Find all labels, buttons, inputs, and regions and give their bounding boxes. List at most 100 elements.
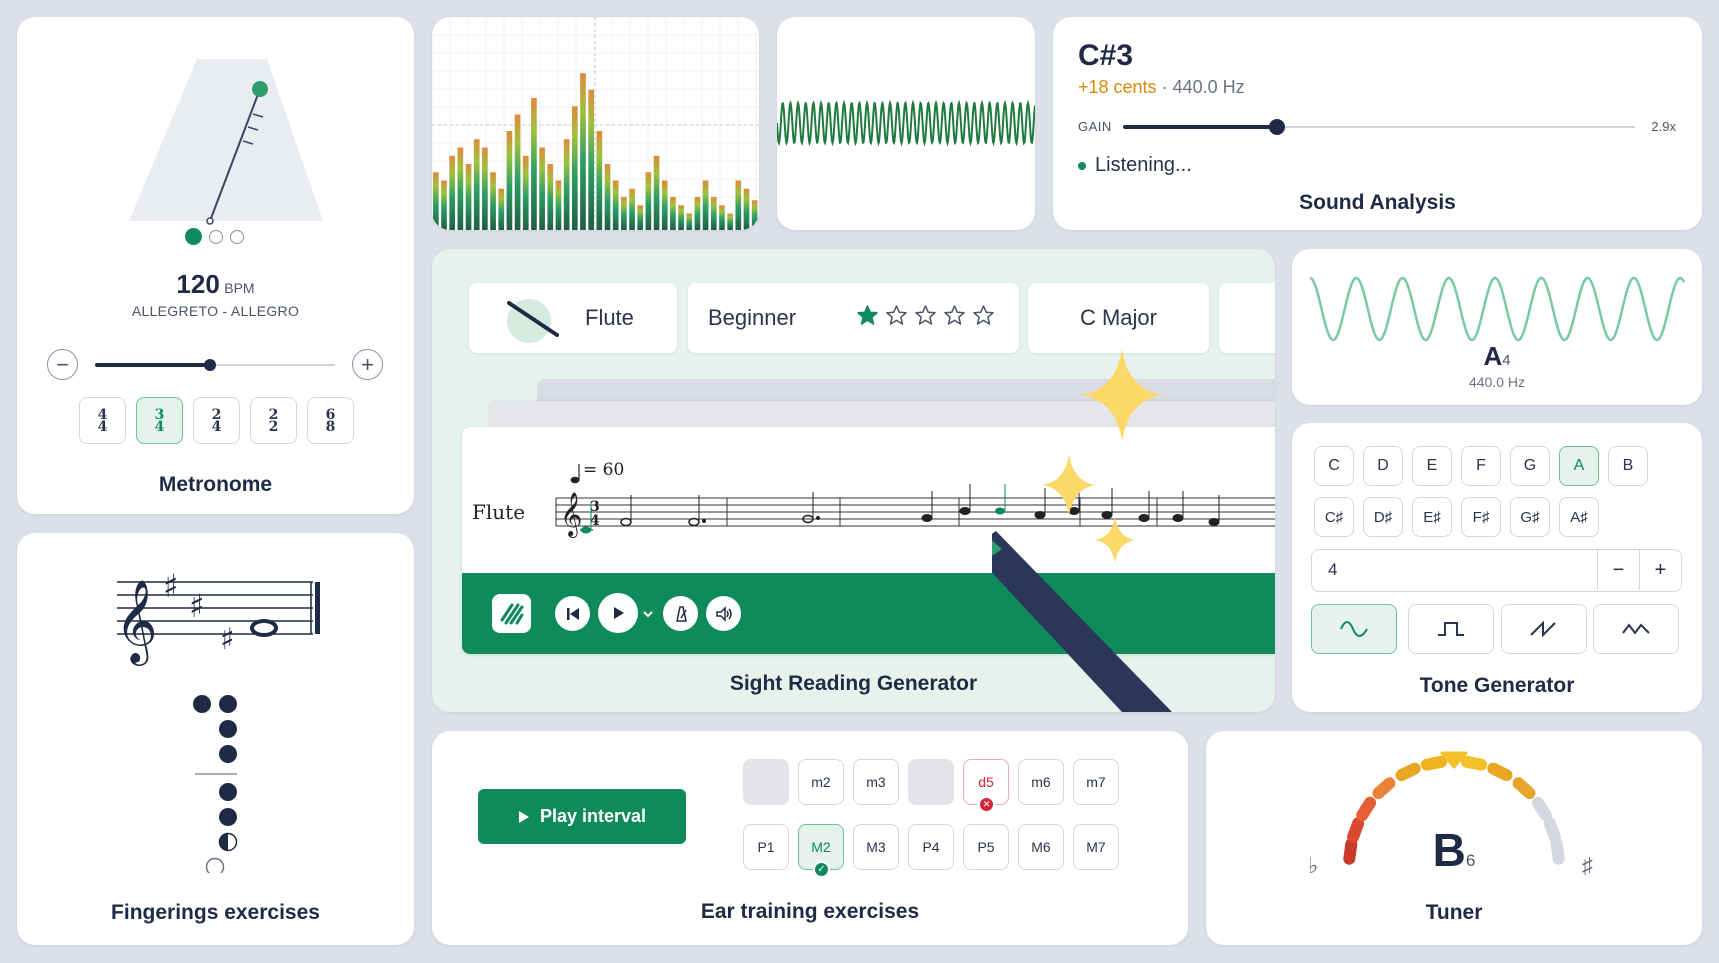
interval-P1-button[interactable]: P1: [743, 824, 789, 870]
spectrum-bar: [604, 164, 611, 230]
note-F-sharp-button[interactable]: F♯: [1461, 497, 1501, 537]
spectrum-bar: [686, 213, 693, 230]
interval-d5-button[interactable]: d5 ✕: [963, 759, 1009, 813]
spectrum-bar: [514, 114, 521, 230]
interval-P5-button[interactable]: P5: [963, 824, 1009, 870]
interval-M6-button[interactable]: M6: [1018, 824, 1064, 870]
spectrum-bar: [571, 106, 578, 230]
ear-training-title: Ear training exercises: [700, 900, 920, 923]
note-F-button[interactable]: F: [1461, 446, 1501, 486]
time-signature-4-4-button[interactable]: 44: [79, 397, 126, 444]
metronome-title: Metronome: [158, 473, 273, 496]
metronome-pendulum-icon: [129, 59, 323, 225]
interval-placeholder: [908, 759, 954, 805]
interval-m7-button[interactable]: m7: [1073, 759, 1119, 805]
spectrum-bar: [490, 172, 496, 230]
time-signature-2-4-button[interactable]: 24: [193, 397, 240, 444]
interval-m6-button[interactable]: m6: [1018, 759, 1064, 805]
play-interval-label: Play interval: [539, 806, 647, 826]
tempo-slider-handle[interactable]: [204, 359, 217, 371]
play-interval-button[interactable]: Play interval: [478, 789, 686, 844]
play-button[interactable]: [598, 593, 638, 633]
tempo-decrease-button[interactable]: −: [47, 349, 78, 380]
level-selector[interactable]: Beginner: [688, 283, 1019, 353]
tempo-increase-button[interactable]: +: [352, 349, 383, 380]
octave-increase-button[interactable]: +: [1639, 550, 1681, 590]
tone-generator-card: CDEFGAB C♯ D♯ E♯ F♯ G♯ A♯ 4 − + Tone Generato…: [1292, 423, 1702, 712]
spectrum-bar: [506, 131, 513, 230]
detected-note: C#3: [1078, 39, 1134, 72]
time-signature-3-4-button[interactable]: 34: [136, 397, 183, 444]
note-E-button[interactable]: E: [1412, 446, 1452, 486]
note-C-button[interactable]: C: [1314, 446, 1354, 486]
tempo-slider[interactable]: [95, 359, 335, 371]
instrument-selector[interactable]: Flute: [469, 283, 677, 353]
octave-input[interactable]: 4: [1328, 560, 1337, 580]
spectrum-bar: [629, 188, 635, 230]
spectrum-bar: [645, 172, 652, 230]
time-signature-bottom: 8: [325, 418, 336, 435]
gain-slider-handle[interactable]: [1268, 119, 1285, 135]
interval-m3-button[interactable]: m3: [853, 759, 899, 805]
tuner-note-readout: B6: [1206, 823, 1702, 877]
staff-instrument-label: Flute: [472, 500, 526, 524]
metronome-toggle-button[interactable]: [663, 596, 698, 631]
spectrum-bar: [449, 155, 456, 230]
key-signature-staff: 𝄞 ♯ ♯ ♯: [115, 567, 320, 666]
star-empty-icon[interactable]: [943, 304, 966, 327]
spectrum-bar: [482, 147, 488, 230]
generate-button[interactable]: [492, 594, 531, 633]
note-C-sharp-button[interactable]: C♯: [1314, 497, 1354, 537]
interval-P4-button[interactable]: P4: [908, 824, 954, 870]
time-signature-2-2-button[interactable]: 22: [250, 397, 297, 444]
tuner-tick: [1512, 777, 1536, 800]
gain-label: GAIN: [1078, 119, 1112, 134]
note-G-sharp-button[interactable]: G♯: [1510, 497, 1550, 537]
gain-slider[interactable]: [1123, 119, 1635, 135]
note-D-button[interactable]: D: [1363, 446, 1403, 486]
interval-m2-button[interactable]: m2: [798, 759, 844, 805]
ear-training-card: Play interval m2 m3 d5 ✕ m6 m7 P1 M2 ✓ M3 P4 P5 M6 M…: [432, 731, 1188, 945]
note-A-sharp-button[interactable]: A♯: [1559, 497, 1599, 537]
spectrum-bar: [563, 139, 570, 230]
waveform-sawtooth-button[interactable]: [1501, 604, 1587, 654]
waveform-triangle-button[interactable]: [1593, 604, 1679, 654]
interval-M3-button[interactable]: M3: [853, 824, 899, 870]
volume-button[interactable]: [706, 596, 741, 631]
spectrum-bar: [621, 197, 627, 230]
spectrum-bar: [612, 180, 619, 230]
time-signature-6-8-button[interactable]: 68: [307, 397, 354, 444]
beat-indicators: [185, 228, 244, 245]
waveform-sine-button[interactable]: [1311, 604, 1397, 654]
waveform-line: [777, 99, 1035, 147]
spectrum-bar: [580, 73, 586, 230]
tuner-tick: [1395, 762, 1421, 782]
rewind-button[interactable]: [555, 596, 590, 631]
chevron-down-icon[interactable]: [642, 608, 654, 620]
spectrum-bar: [588, 89, 594, 230]
spectrum-bar: [547, 164, 554, 230]
stripes-icon: [500, 603, 524, 625]
star-filled-icon[interactable]: [856, 304, 879, 327]
speaker-icon: [715, 605, 732, 622]
spectrum-bar: [743, 188, 750, 230]
note-A-button[interactable]: A: [1559, 446, 1599, 486]
star-empty-icon[interactable]: [914, 304, 937, 327]
spectrum-bar: [702, 180, 709, 230]
tuner-octave: 6: [1465, 851, 1476, 870]
note-D-sharp-button[interactable]: D♯: [1363, 497, 1403, 537]
spectrum-bar: [661, 180, 668, 230]
spectrum-bar: [694, 197, 701, 230]
interval-M2-button[interactable]: M2 ✓: [798, 824, 844, 878]
note-B-button[interactable]: B: [1608, 446, 1648, 486]
tone-wave-line: [1309, 276, 1686, 342]
metronome-icon: [675, 605, 687, 622]
waveform-square-button[interactable]: [1408, 604, 1494, 654]
star-empty-icon[interactable]: [885, 304, 908, 327]
svg-text:♯: ♯: [163, 567, 178, 605]
octave-decrease-button[interactable]: −: [1597, 550, 1639, 590]
note-G-button[interactable]: G: [1510, 446, 1550, 486]
tempo-marking: = 60: [583, 460, 625, 480]
interval-M7-button[interactable]: M7: [1073, 824, 1119, 870]
note-E-sharp-button[interactable]: E♯: [1412, 497, 1452, 537]
